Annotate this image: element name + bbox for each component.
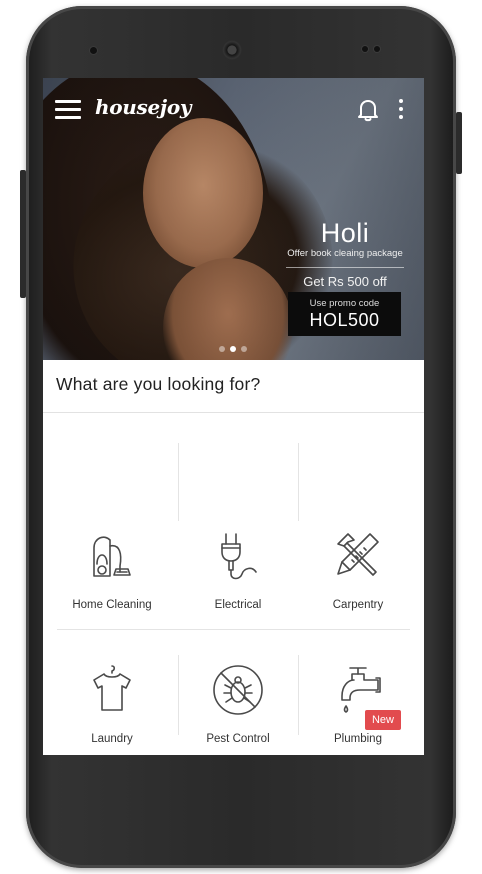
volume-button — [456, 112, 462, 174]
promo-code-box[interactable]: Use promo code HOL500 — [288, 292, 401, 336]
service-label: Plumbing — [334, 733, 382, 745]
app-screen: housejoy Holi Offer book cleaing package… — [43, 78, 424, 755]
service-pest-control[interactable]: Pest Control — [178, 632, 298, 755]
kebab-menu-icon[interactable] — [397, 98, 405, 120]
front-camera — [90, 47, 97, 54]
vacuum-cleaner-icon — [93, 536, 131, 577]
promo-divider — [286, 267, 404, 268]
service-label: Electrical — [214, 599, 262, 611]
carousel-dot[interactable] — [241, 346, 247, 352]
promo-offer: Get Rs 500 off — [303, 274, 387, 289]
promo-code: HOL500 — [309, 310, 380, 330]
promo-text: Holi Offer book cleaing package Get Rs 5… — [281, 218, 409, 290]
service-carpentry[interactable]: Carpentry — [298, 498, 418, 632]
service-label: Carpentry — [332, 599, 384, 611]
app-logo: housejoy — [95, 95, 192, 119]
no-bug-icon — [213, 665, 263, 715]
new-badge: New — [365, 710, 401, 730]
service-laundry[interactable]: Laundry — [52, 632, 172, 755]
app-bar: housejoy — [43, 78, 424, 138]
carousel-dot-active[interactable] — [230, 346, 236, 352]
service-label: Laundry — [91, 733, 133, 745]
tshirt-hanger-icon — [93, 665, 131, 711]
service-plumbing[interactable]: Plumbing — [298, 632, 418, 755]
service-home-cleaning[interactable]: Home Cleaning — [52, 498, 172, 632]
hammer-saw-icon — [337, 533, 379, 576]
light-sensor — [374, 46, 380, 52]
promo-title: Holi — [320, 218, 370, 248]
section-title: What are you looking for? — [56, 374, 261, 394]
service-grid: Home Cleaning Electrical Carpentry Laund… — [43, 413, 424, 755]
service-label: Pest Control — [206, 733, 270, 745]
electric-plug-icon — [221, 533, 257, 580]
promo-banner[interactable]: housejoy Holi Offer book cleaing package… — [43, 78, 424, 360]
hamburger-menu-icon[interactable] — [55, 100, 81, 120]
promo-subtitle: Offer book cleaing package — [287, 248, 403, 259]
carousel-dot[interactable] — [219, 346, 225, 352]
promo-code-label: Use promo code — [309, 298, 380, 309]
earpiece-speaker — [222, 40, 242, 60]
power-button — [20, 170, 26, 298]
carousel-indicator — [219, 346, 249, 354]
bell-icon[interactable] — [357, 98, 379, 122]
service-electrical[interactable]: Electrical — [178, 498, 298, 632]
proximity-sensor — [362, 46, 368, 52]
service-label: Home Cleaning — [72, 599, 152, 611]
